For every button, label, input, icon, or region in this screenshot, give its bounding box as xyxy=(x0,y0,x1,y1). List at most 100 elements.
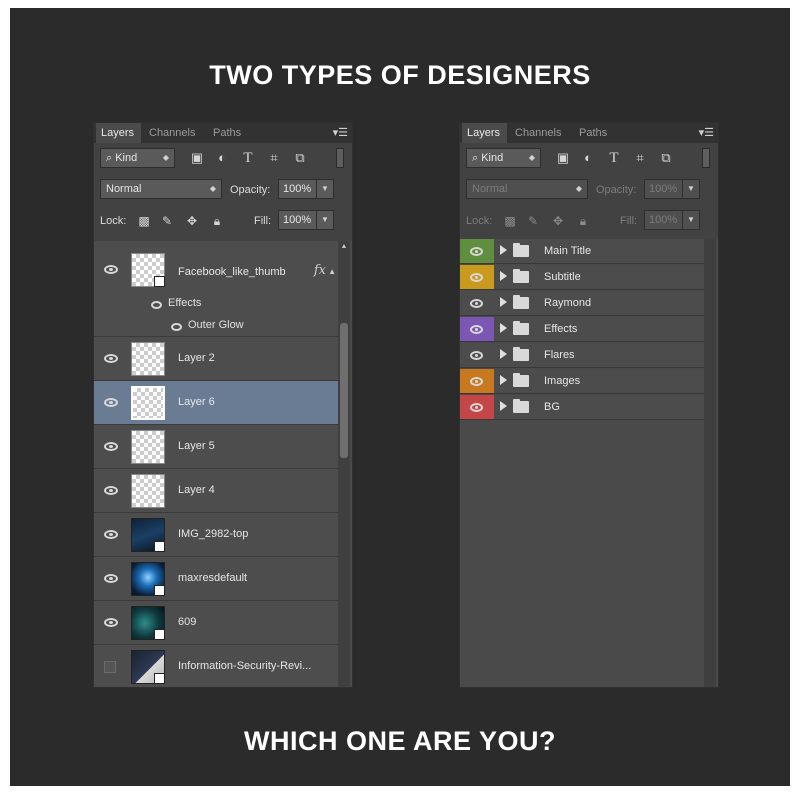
layer-name[interactable]: Facebook_like_thumb xyxy=(178,266,286,278)
group-name[interactable]: Effects xyxy=(544,317,577,341)
eye-icon[interactable] xyxy=(104,574,118,583)
visibility-toggle[interactable] xyxy=(94,469,128,512)
dropdown-arrow-icon[interactable]: ▼ xyxy=(316,180,333,198)
eye-icon[interactable] xyxy=(104,530,118,539)
layer-name[interactable]: Layer 6 xyxy=(178,396,215,408)
visibility-toggle[interactable] xyxy=(94,241,128,336)
visibility-toggle[interactable] xyxy=(94,381,128,424)
dropdown-arrow-icon[interactable]: ▼ xyxy=(682,180,699,198)
visibility-toggle[interactable] xyxy=(94,337,128,380)
group-name[interactable]: Subtitle xyxy=(544,265,581,289)
eye-icon[interactable] xyxy=(470,351,483,360)
dropdown-arrow-icon[interactable]: ▼ xyxy=(682,211,699,229)
kind-filter-select[interactable]: ⌕ Kind ◆ xyxy=(466,148,541,168)
expand-triangle-icon[interactable] xyxy=(500,245,507,255)
layer-name[interactable]: IMG_2982-top xyxy=(178,528,248,540)
layer-name[interactable]: Layer 5 xyxy=(178,440,215,452)
lock-transparent-pixels-icon[interactable]: ▩ xyxy=(136,213,152,229)
group-color-tag[interactable] xyxy=(460,265,494,289)
expand-triangle-icon[interactable] xyxy=(500,271,507,281)
layer-name[interactable]: Layer 4 xyxy=(178,484,215,496)
type-filter-icon[interactable]: T xyxy=(240,150,256,166)
expand-effects-icon[interactable]: ▲ xyxy=(328,267,336,276)
group-color-tag[interactable] xyxy=(460,291,494,315)
layer-name[interactable]: 609 xyxy=(178,616,196,628)
type-filter-icon[interactable]: T xyxy=(606,150,622,166)
eye-icon[interactable] xyxy=(104,354,118,363)
tab-layers[interactable]: Layers xyxy=(462,123,507,143)
effects-label[interactable]: Effects xyxy=(168,297,201,309)
group-row[interactable]: BG xyxy=(460,395,704,420)
visibility-toggle[interactable] xyxy=(94,425,128,468)
blend-mode-select[interactable]: Normal ◆ xyxy=(100,179,222,199)
tab-paths[interactable]: Paths xyxy=(208,123,248,143)
group-color-tag[interactable] xyxy=(460,239,494,263)
eye-icon[interactable] xyxy=(470,403,483,412)
lock-all-icon[interactable]: 🔒︎ xyxy=(575,213,591,229)
layer-row-selected[interactable]: Layer 6 xyxy=(94,381,338,425)
eye-icon[interactable] xyxy=(104,442,118,451)
opacity-field[interactable]: 100% ▼ xyxy=(644,179,700,199)
group-name[interactable]: Raymond xyxy=(544,291,591,315)
lock-position-icon[interactable]: ✥ xyxy=(184,213,200,229)
opacity-field[interactable]: 100% ▼ xyxy=(278,179,334,199)
eye-icon[interactable] xyxy=(151,301,162,309)
shape-filter-icon[interactable]: ⌗ xyxy=(266,150,282,166)
group-row[interactable]: Flares xyxy=(460,343,704,368)
layer-row[interactable]: Layer 5 xyxy=(94,425,338,469)
layer-name[interactable]: Layer 2 xyxy=(178,352,215,364)
layer-name[interactable]: Information-Security-Revi... xyxy=(178,660,311,672)
lock-position-icon[interactable]: ✥ xyxy=(550,213,566,229)
smart-object-filter-icon[interactable]: ⧉ xyxy=(292,150,308,166)
visibility-toggle[interactable] xyxy=(94,513,128,556)
group-row[interactable]: Effects xyxy=(460,317,704,342)
eye-icon[interactable] xyxy=(470,299,483,308)
expand-triangle-icon[interactable] xyxy=(500,297,507,307)
layer-row[interactable]: Information-Security-Revi... xyxy=(94,645,338,687)
visibility-toggle[interactable] xyxy=(94,601,128,644)
group-row[interactable]: Subtitle xyxy=(460,265,704,290)
eye-icon[interactable] xyxy=(171,323,182,331)
eye-icon[interactable] xyxy=(104,265,118,274)
shape-filter-icon[interactable]: ⌗ xyxy=(632,150,648,166)
group-color-tag[interactable] xyxy=(460,395,494,419)
group-name[interactable]: Flares xyxy=(544,343,575,367)
layer-row[interactable]: IMG_2982-top xyxy=(94,513,338,557)
group-row[interactable]: Raymond xyxy=(460,291,704,316)
lock-image-pixels-icon[interactable]: ✎ xyxy=(525,213,541,229)
eye-icon[interactable] xyxy=(470,273,483,282)
group-row[interactable]: Main Title xyxy=(460,239,704,264)
layer-row-facebook-like-thumb[interactable]: Facebook_like_thumb fx ▲ Effects Outer G… xyxy=(94,241,338,337)
layer-list-scrollbar[interactable] xyxy=(338,241,350,687)
layer-row[interactable]: Layer 4 xyxy=(94,469,338,513)
adjustment-filter-icon[interactable]: ◐ xyxy=(214,150,230,166)
layer-name[interactable]: maxresdefault xyxy=(178,572,247,584)
filter-toggle-switch[interactable] xyxy=(336,148,344,168)
layer-row[interactable]: 609 xyxy=(94,601,338,645)
group-color-tag[interactable] xyxy=(460,317,494,341)
filter-toggle-switch[interactable] xyxy=(702,148,710,168)
fx-icon[interactable]: fx xyxy=(314,263,326,278)
kind-filter-select[interactable]: ⌕ Kind ◆ xyxy=(100,148,175,168)
visibility-toggle[interactable] xyxy=(94,557,128,600)
adjustment-filter-icon[interactable]: ◐ xyxy=(580,150,596,166)
tab-channels[interactable]: Channels xyxy=(144,123,202,143)
group-color-tag[interactable] xyxy=(460,343,494,367)
hidden-visibility-box-icon[interactable] xyxy=(104,661,116,673)
visibility-toggle[interactable] xyxy=(94,645,128,687)
panel-menu-icon[interactable]: ▾☰ xyxy=(333,126,348,140)
blend-mode-select[interactable]: Normal ◆ xyxy=(466,179,588,199)
layer-row[interactable]: Layer 2 xyxy=(94,337,338,381)
eye-icon[interactable] xyxy=(470,325,483,334)
scroll-up-arrow-icon[interactable]: ▲ xyxy=(340,243,348,251)
eye-icon[interactable] xyxy=(104,486,118,495)
eye-icon[interactable] xyxy=(104,618,118,627)
lock-image-pixels-icon[interactable]: ✎ xyxy=(159,213,175,229)
group-name[interactable]: Images xyxy=(544,369,580,393)
fill-field[interactable]: 100% ▼ xyxy=(644,210,700,230)
layer-row[interactable]: maxresdefault xyxy=(94,557,338,601)
smart-object-filter-icon[interactable]: ⧉ xyxy=(658,150,674,166)
lock-transparent-pixels-icon[interactable]: ▩ xyxy=(502,213,518,229)
tab-channels[interactable]: Channels xyxy=(510,123,568,143)
effect-outer-glow[interactable]: Outer Glow xyxy=(188,319,244,331)
